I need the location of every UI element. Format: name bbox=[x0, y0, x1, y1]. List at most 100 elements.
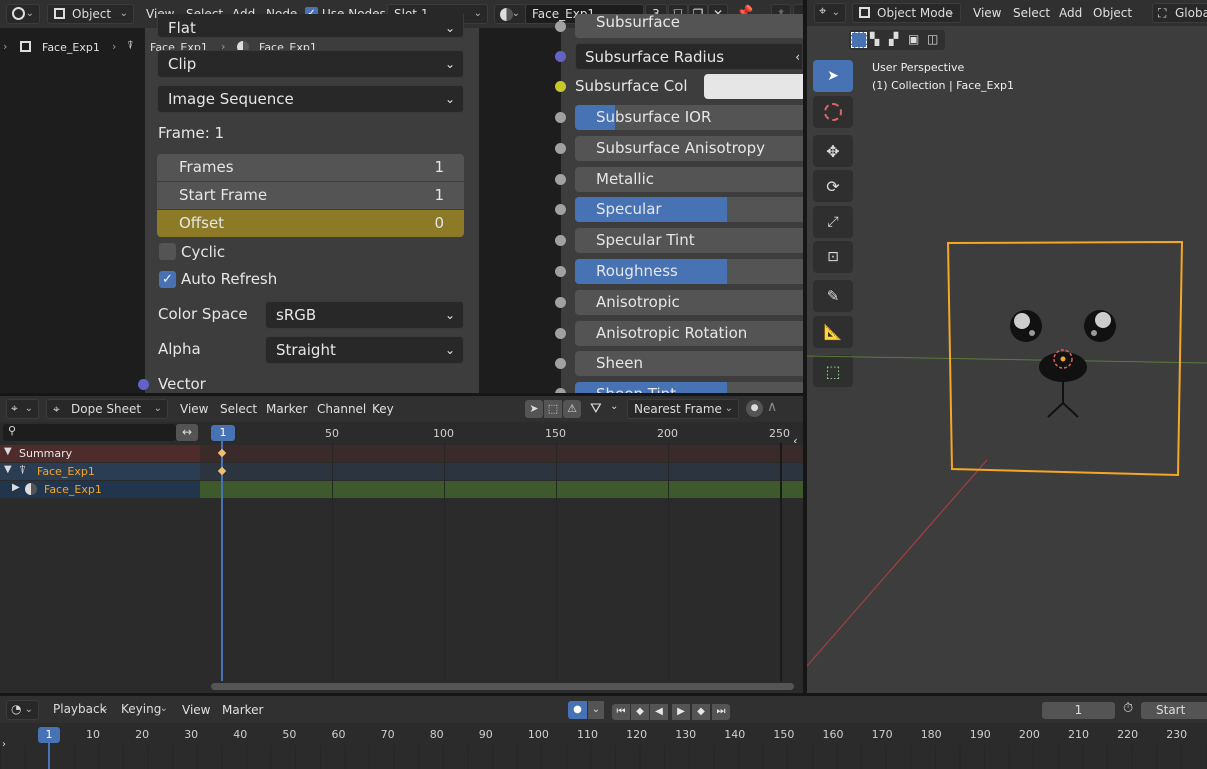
sheen-tint-slider[interactable]: Sheen Tint bbox=[575, 382, 803, 393]
play-reverse-icon[interactable]: ◀ bbox=[650, 704, 668, 720]
dope-sheet-ruler[interactable] bbox=[200, 422, 803, 443]
current-frame-field[interactable]: 1 bbox=[1042, 702, 1115, 719]
dope-sheet-area: ⌖ ⌄ ⌖ Dope Sheet ⌄ View Select Marker Ch… bbox=[0, 396, 803, 693]
subsurface-color-socket[interactable] bbox=[555, 81, 566, 92]
ruler-tick: 250 bbox=[769, 427, 790, 440]
subsurface-anisotropy-socket[interactable] bbox=[555, 143, 566, 154]
roughness-socket[interactable] bbox=[555, 266, 566, 277]
channel-material[interactable]: ▶ Face_Exp1 bbox=[0, 481, 200, 498]
image-source-dropdown[interactable]: Image Sequence ⌄ bbox=[157, 85, 464, 113]
dope-sheet-mode-dropdown[interactable]: ⌖ Dope Sheet ⌄ bbox=[46, 399, 168, 419]
roughness-slider[interactable]: Roughness bbox=[575, 259, 803, 284]
auto-refresh-label[interactable]: Auto Refresh bbox=[181, 270, 277, 288]
anisotropic-slider[interactable]: Anisotropic bbox=[575, 290, 803, 315]
playhead-line[interactable] bbox=[221, 441, 223, 681]
subsurface-ior-slider[interactable]: Subsurface IOR bbox=[575, 105, 803, 130]
subsurface-color-swatch[interactable] bbox=[704, 74, 803, 99]
stopwatch-icon[interactable]: ⏱ bbox=[1123, 701, 1133, 716]
node-editor-icon bbox=[12, 7, 25, 20]
playhead-line[interactable] bbox=[48, 743, 50, 769]
menu-marker[interactable]: Marker bbox=[266, 402, 307, 416]
subsurface-radius-socket[interactable] bbox=[555, 51, 566, 62]
menu-channel[interactable]: Channel bbox=[317, 402, 366, 416]
editor-type-dropdown[interactable]: ⌄ bbox=[6, 4, 40, 24]
chevron-right-icon[interactable]: › bbox=[2, 739, 6, 750]
vector-socket[interactable] bbox=[138, 379, 149, 390]
metallic-slider[interactable]: Metallic bbox=[575, 167, 803, 192]
channel-object[interactable]: ▼ ⍒ Face_Exp1 bbox=[0, 463, 200, 480]
anisotropic-socket[interactable] bbox=[555, 297, 566, 308]
chevron-down-icon: ⌄ bbox=[153, 403, 162, 414]
viewport-3d[interactable]: ⌖ ⌄ Object Mode ⌄ View Select Add Object… bbox=[807, 0, 1207, 693]
metallic-socket[interactable] bbox=[555, 174, 566, 185]
anisotropic-rotation-socket[interactable] bbox=[555, 328, 566, 339]
horizontal-scrollbar[interactable] bbox=[211, 683, 794, 690]
specular-tint-socket[interactable] bbox=[555, 235, 566, 246]
specular-socket[interactable] bbox=[555, 204, 566, 215]
falloff-curve-icon[interactable]: ∧ bbox=[767, 399, 777, 415]
subsurface-slider[interactable]: Subsurface bbox=[575, 14, 803, 38]
subsurface-radius-dropdown[interactable]: Subsurface Radius ‹ bbox=[575, 43, 803, 70]
cyclic-label[interactable]: Cyclic bbox=[181, 243, 225, 261]
editor-type-dropdown[interactable]: ⌖ ⌄ bbox=[6, 399, 39, 419]
material-browse-dropdown[interactable]: ⌄ bbox=[494, 4, 526, 24]
menu-key[interactable]: Key bbox=[372, 402, 394, 416]
filter-icon[interactable]: ⛛ bbox=[590, 401, 602, 417]
only-errors-icon[interactable]: ⚠ bbox=[563, 400, 581, 418]
subsurface-socket[interactable] bbox=[555, 21, 566, 32]
playback-menu[interactable]: Playback ⌄ bbox=[47, 700, 114, 720]
auto-keying-toggle[interactable]: ● bbox=[568, 701, 587, 719]
channel-summary[interactable]: ▼ Summary bbox=[0, 445, 200, 462]
alpha-dropdown[interactable]: Straight ⌄ bbox=[265, 336, 464, 364]
ruler-tick: 150 bbox=[773, 728, 795, 741]
auto-refresh-checkbox[interactable]: ✓ bbox=[159, 271, 176, 288]
subsurface-anisotropy-slider[interactable]: Subsurface Anisotropy bbox=[575, 136, 803, 161]
cyclic-checkbox[interactable] bbox=[159, 243, 176, 260]
frames-field[interactable]: Frames 1 bbox=[157, 154, 464, 181]
specular-slider[interactable]: Specular bbox=[575, 197, 803, 222]
menu-view[interactable]: View bbox=[180, 402, 208, 416]
expand-triangle-icon[interactable]: ▼ bbox=[4, 446, 12, 457]
filter-dropdown-chevron[interactable]: ⌄ bbox=[610, 401, 618, 412]
extension-dropdown[interactable]: Clip ⌄ bbox=[157, 50, 464, 78]
ruler-tick: 170 bbox=[871, 728, 893, 741]
keying-menu[interactable]: Keying ⌄ bbox=[115, 700, 173, 720]
show-hidden-icon[interactable]: ⬚ bbox=[544, 400, 562, 418]
subsurface-ior-socket[interactable] bbox=[555, 112, 566, 123]
anisotropic-rotation-slider[interactable]: Anisotropic Rotation bbox=[575, 321, 803, 346]
menu-view[interactable]: View bbox=[182, 703, 210, 717]
current-frame-indicator[interactable]: 1 bbox=[211, 425, 235, 441]
sheen-socket[interactable] bbox=[555, 358, 566, 369]
expand-triangle-icon[interactable]: ▼ bbox=[4, 464, 12, 475]
jump-end-icon[interactable]: ⏭ bbox=[712, 704, 730, 720]
start-frame-field[interactable]: Start bbox=[1141, 702, 1207, 719]
timeline-body[interactable] bbox=[0, 745, 1207, 769]
editor-type-dropdown[interactable]: ◔ ⌄ bbox=[6, 700, 39, 720]
jump-start-icon[interactable]: ⏮ bbox=[612, 704, 630, 720]
shader-type-dropdown[interactable]: Object ⌄ bbox=[47, 4, 134, 24]
channel-search-field[interactable]: ⚲ bbox=[3, 424, 176, 441]
sheen-slider[interactable]: Sheen bbox=[575, 351, 803, 376]
jump-keyframe-forward-icon[interactable]: ◆ bbox=[692, 704, 710, 720]
specular-tint-slider[interactable]: Specular Tint bbox=[575, 228, 803, 253]
ruler-tick: 150 bbox=[545, 427, 566, 440]
ruler-tick: 50 bbox=[325, 427, 339, 440]
chevron-down-icon: ⌄ bbox=[100, 703, 109, 714]
jump-keyframe-back-icon[interactable]: ◆ bbox=[631, 704, 649, 720]
only-selected-icon[interactable]: ➤ bbox=[525, 400, 543, 418]
projection-dropdown[interactable]: Flat ⌄ bbox=[157, 14, 464, 38]
snap-mode-dropdown[interactable]: Nearest Frame ⌄ bbox=[627, 399, 739, 419]
ruler-tick: 60 bbox=[331, 728, 346, 741]
offset-field[interactable]: Offset 0 bbox=[157, 210, 464, 237]
collapsed-triangle-icon[interactable]: ▶ bbox=[12, 482, 20, 493]
menu-select[interactable]: Select bbox=[220, 402, 257, 416]
color-space-dropdown[interactable]: sRGB ⌄ bbox=[265, 301, 464, 329]
timeline-icon: ◔ bbox=[11, 702, 22, 716]
scene-view[interactable] bbox=[807, 0, 1207, 693]
play-icon[interactable]: ▶ bbox=[672, 704, 690, 720]
start-frame-field[interactable]: Start Frame 1 bbox=[157, 182, 464, 209]
menu-marker[interactable]: Marker bbox=[222, 703, 263, 717]
swap-icon[interactable]: ↔ bbox=[176, 424, 198, 441]
proportional-edit-icon[interactable]: ● bbox=[746, 400, 763, 417]
auto-keying-options[interactable]: ⌄ bbox=[588, 701, 604, 719]
